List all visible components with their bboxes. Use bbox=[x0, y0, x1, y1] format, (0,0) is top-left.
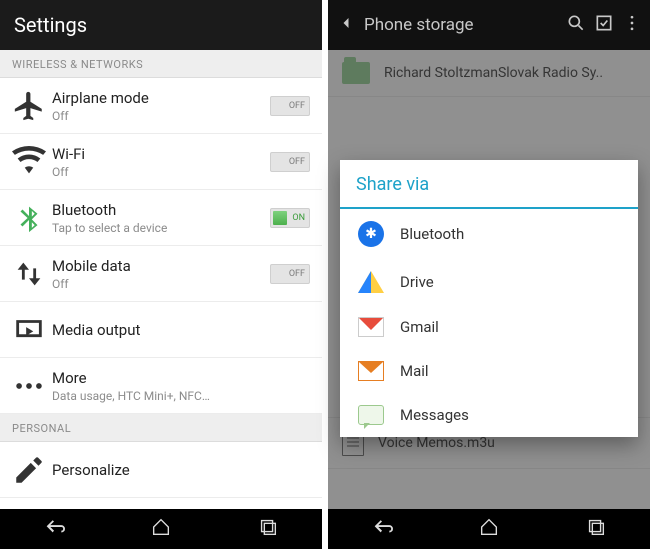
row-mobile-data[interactable]: Mobile data Off OFF bbox=[0, 246, 322, 302]
nav-recents-icon[interactable] bbox=[257, 516, 279, 542]
share-drive[interactable]: Drive bbox=[340, 259, 638, 305]
more-icon bbox=[12, 369, 46, 403]
wifi-sub: Off bbox=[52, 165, 252, 179]
section-personal: PERSONAL bbox=[0, 414, 322, 442]
personalize-icon bbox=[12, 453, 46, 487]
bluetooth-share-icon: ✱ bbox=[356, 221, 386, 247]
bluetooth-label: Bluetooth bbox=[52, 201, 270, 219]
share-messages-label: Messages bbox=[400, 406, 469, 424]
select-icon[interactable] bbox=[594, 13, 614, 37]
row-media-output[interactable]: Media output bbox=[0, 302, 322, 358]
nav-home-icon[interactable] bbox=[478, 516, 500, 542]
share-bluetooth[interactable]: ✱ Bluetooth bbox=[340, 209, 638, 259]
file-manager-screen: Phone storage Richard StoltzmanSlovak Ra… bbox=[328, 0, 650, 549]
mobile-sub: Off bbox=[52, 277, 252, 291]
more-sub: Data usage, HTC Mini+, NFC… bbox=[52, 389, 252, 403]
settings-list[interactable]: WIRELESS & NETWORKS Airplane mode Off OF… bbox=[0, 50, 322, 509]
bluetooth-icon bbox=[12, 201, 46, 235]
share-gmail[interactable]: Gmail bbox=[340, 305, 638, 349]
share-drive-label: Drive bbox=[400, 273, 434, 291]
media-output-icon bbox=[12, 313, 46, 347]
messages-icon bbox=[356, 405, 386, 425]
share-mail-label: Mail bbox=[400, 362, 429, 380]
row-bluetooth[interactable]: Bluetooth Tap to select a device ON bbox=[0, 190, 322, 246]
settings-screen: Settings WIRELESS & NETWORKS Airplane mo… bbox=[0, 0, 322, 549]
airplane-sub: Off bbox=[52, 109, 252, 123]
search-icon[interactable] bbox=[566, 13, 586, 37]
section-wireless: WIRELESS & NETWORKS bbox=[0, 50, 322, 78]
nav-bar-right bbox=[328, 509, 650, 549]
row-personalize[interactable]: Personalize bbox=[0, 442, 322, 498]
nav-back-icon[interactable] bbox=[43, 516, 65, 542]
mobile-toggle[interactable]: OFF bbox=[270, 264, 310, 284]
settings-titlebar: Settings bbox=[0, 0, 322, 50]
personalize-label: Personalize bbox=[52, 461, 310, 479]
share-bluetooth-label: Bluetooth bbox=[400, 225, 464, 243]
airplane-toggle[interactable]: OFF bbox=[270, 96, 310, 116]
mobile-label: Mobile data bbox=[52, 257, 270, 275]
wifi-toggle[interactable]: OFF bbox=[270, 152, 310, 172]
share-gmail-label: Gmail bbox=[400, 318, 439, 336]
share-mail[interactable]: Mail bbox=[340, 349, 638, 393]
airplane-icon bbox=[12, 89, 46, 123]
wifi-label: Wi-Fi bbox=[52, 145, 270, 163]
more-label: More bbox=[52, 369, 310, 387]
nav-back-icon[interactable] bbox=[371, 516, 393, 542]
mail-icon bbox=[356, 361, 386, 381]
bluetooth-sub: Tap to select a device bbox=[52, 221, 252, 235]
gmail-icon bbox=[356, 317, 386, 337]
nav-bar-left bbox=[0, 509, 322, 549]
overflow-icon[interactable] bbox=[622, 13, 642, 37]
airplane-label: Airplane mode bbox=[52, 89, 270, 107]
back-icon[interactable] bbox=[336, 13, 356, 37]
mobile-data-icon bbox=[12, 257, 46, 291]
settings-title: Settings bbox=[14, 13, 87, 37]
file-title: Phone storage bbox=[364, 15, 558, 35]
nav-home-icon[interactable] bbox=[150, 516, 172, 542]
wifi-icon bbox=[12, 145, 46, 179]
share-dialog: Share via ✱ Bluetooth Drive Gmail Mail M… bbox=[340, 160, 638, 437]
bluetooth-toggle[interactable]: ON bbox=[270, 208, 310, 228]
row-airplane[interactable]: Airplane mode Off OFF bbox=[0, 78, 322, 134]
file-titlebar: Phone storage bbox=[328, 0, 650, 50]
row-wifi[interactable]: Wi-Fi Off OFF bbox=[0, 134, 322, 190]
media-label: Media output bbox=[52, 321, 310, 339]
share-messages[interactable]: Messages bbox=[340, 393, 638, 437]
nav-recents-icon[interactable] bbox=[585, 516, 607, 542]
share-title: Share via bbox=[340, 160, 638, 209]
row-more[interactable]: More Data usage, HTC Mini+, NFC… bbox=[0, 358, 322, 414]
drive-icon bbox=[356, 271, 386, 293]
